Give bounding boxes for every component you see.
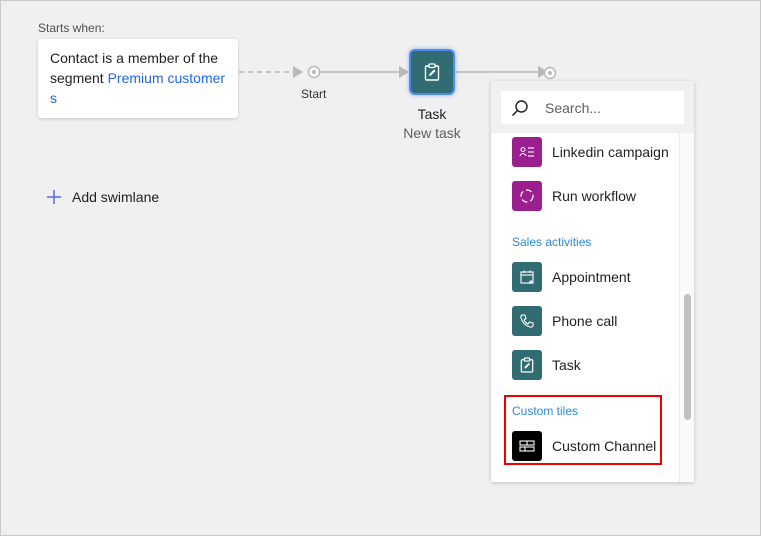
scrollbar-track[interactable]	[679, 133, 694, 482]
section-header-custom-tiles: Custom tiles	[512, 404, 579, 418]
contact-list-icon	[512, 137, 542, 167]
refresh-dashed-icon	[512, 181, 542, 211]
task-title: Task	[417, 106, 447, 122]
list-item-run-workflow[interactable]: Run workflow	[512, 181, 636, 211]
clipboard-edit-icon	[512, 350, 542, 380]
plus-icon	[47, 190, 61, 204]
search-icon	[511, 99, 528, 116]
clipboard-edit-icon	[424, 63, 440, 81]
item-label: Linkedin campaign	[552, 144, 669, 160]
item-label: Run workflow	[552, 188, 637, 204]
search-input[interactable]	[545, 99, 665, 116]
add-swimlane-label: Add swimlane	[72, 189, 160, 205]
calendar-icon	[512, 262, 542, 292]
list-item-linkedin-campaign[interactable]: Linkedin campaign	[512, 137, 669, 167]
start-label: Start	[301, 87, 327, 101]
arrow-head	[399, 66, 409, 78]
search-area	[491, 81, 694, 133]
section-header-sales-activities: Sales activities	[512, 235, 592, 249]
task-subtitle: New task	[403, 125, 461, 141]
list-item-task[interactable]: Task	[512, 350, 581, 380]
tiles-icon	[512, 431, 542, 461]
item-label: Task	[552, 357, 581, 373]
scrollbar-thumb[interactable]	[684, 294, 691, 420]
item-label: Custom Channel	[552, 438, 657, 454]
item-label: Phone call	[552, 313, 618, 329]
arrow-head	[293, 66, 303, 78]
list-item-custom-channel[interactable]: Custom Channel	[512, 431, 656, 461]
list-item-appointment[interactable]: Appointment	[512, 262, 631, 292]
task-node[interactable]	[411, 51, 453, 93]
add-swimlane-button[interactable]: Add swimlane	[46, 189, 159, 205]
list-item-phone-call[interactable]: Phone call	[512, 306, 617, 336]
action-picker-panel: Linkedin campaign Run workflow Sales act…	[491, 81, 694, 482]
search-box[interactable]	[501, 91, 684, 124]
item-label: Appointment	[552, 269, 631, 285]
phone-icon	[512, 306, 542, 336]
